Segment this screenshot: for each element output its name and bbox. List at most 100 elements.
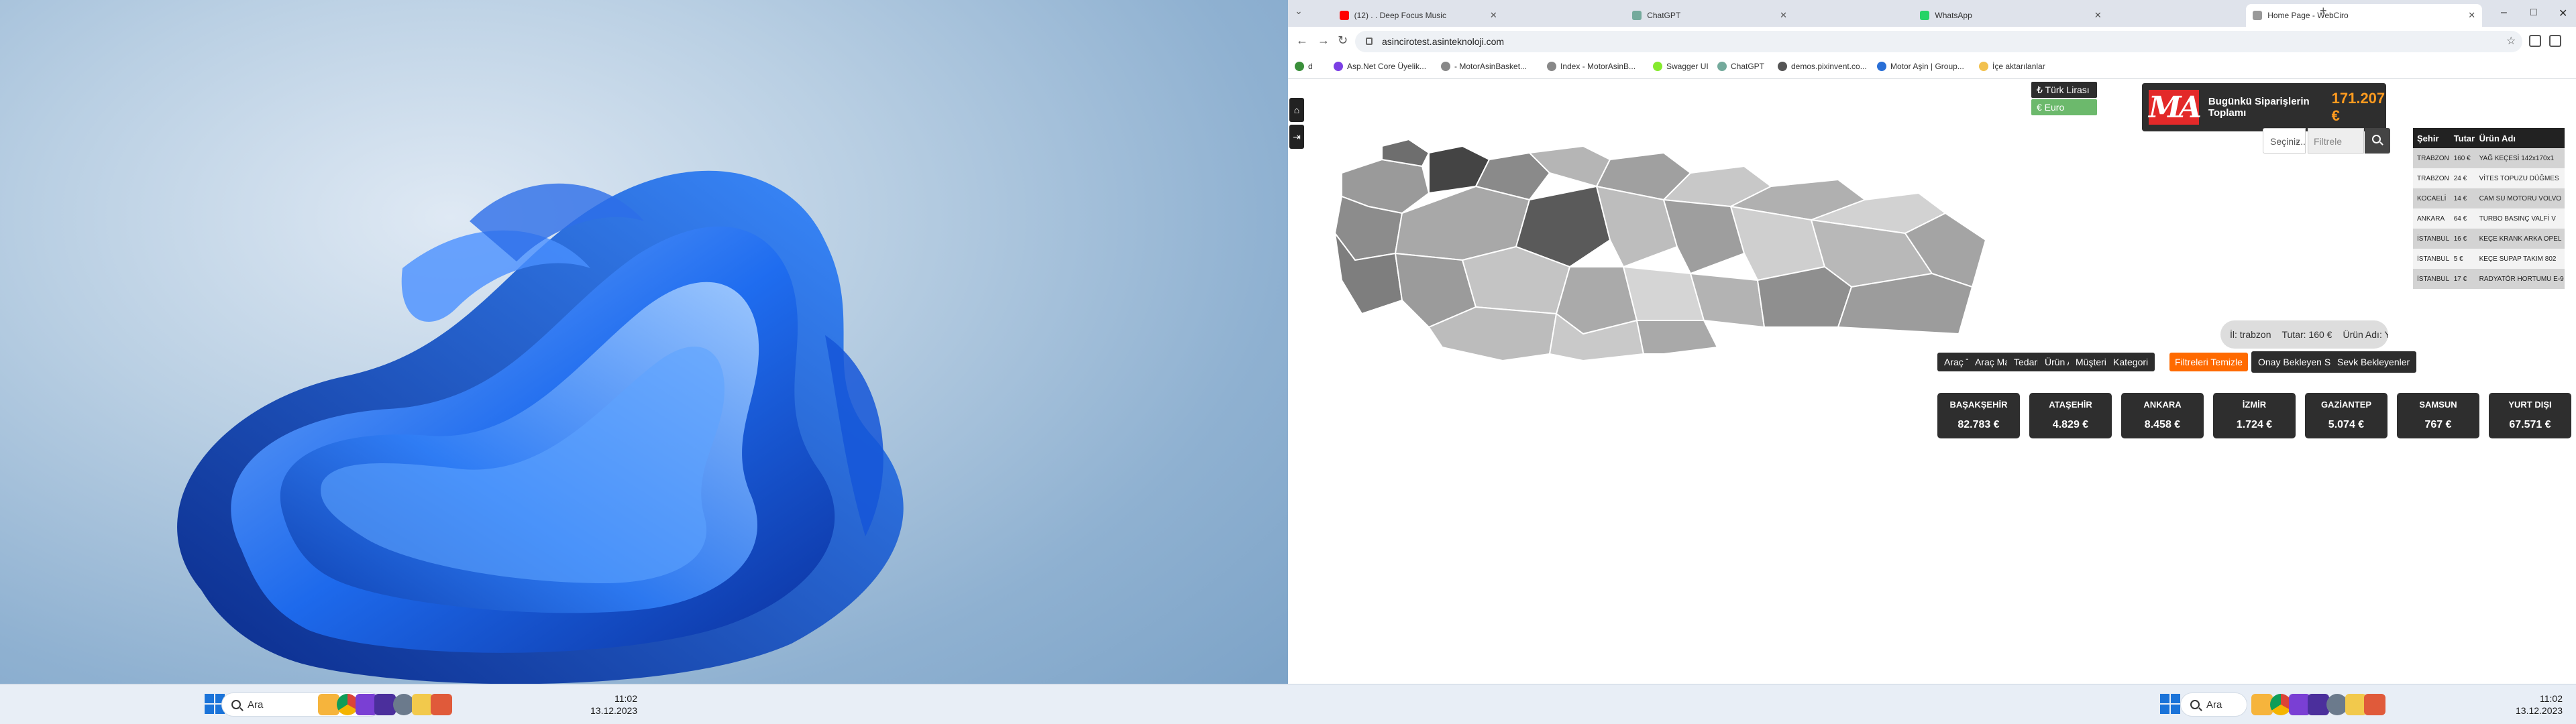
filter-input[interactable]: Filtrele [2308, 128, 2364, 154]
province-region [1635, 320, 1719, 355]
bookmark-item[interactable]: Index - MotorAsinB... [1547, 62, 1635, 71]
turkey-provinces-map[interactable] [1328, 133, 2012, 374]
tool-app-icon[interactable] [2364, 694, 2385, 715]
bookmark-item[interactable]: Motor Aşin | Group... [1877, 62, 1964, 71]
table-row[interactable]: TRABZON 160 € YAĞ KEÇESİ 142x170x1 [2413, 148, 2565, 168]
city-card-value: 82.783 € [1957, 419, 2000, 430]
table-header[interactable]: Ürün Adı [2475, 128, 2565, 148]
table-cell: İSTANBUL [2413, 269, 2450, 289]
search-icon [231, 700, 241, 709]
tab[interactable]: ChatGPT ✕ [1625, 4, 1794, 27]
table-row[interactable]: KOCAELİ 14 € CAM SU MOTORU VOLVO [2413, 188, 2565, 208]
bookmark-item[interactable]: Swagger UI [1653, 62, 1709, 71]
search-icon [2190, 700, 2200, 709]
close-window-icon[interactable]: ✕ [2559, 7, 2567, 20]
bookmark-item[interactable]: Asp.Net Core Üyelik... [1334, 62, 1426, 71]
currency-try-button[interactable]: ₺ Türk Lirası [2031, 82, 2097, 98]
bookmark-favicon-icon [1547, 62, 1556, 71]
table-header[interactable]: Şehir [2413, 128, 2450, 148]
windows-bloom-wallpaper [177, 170, 904, 684]
filter-button[interactable]: Kategori [2106, 353, 2155, 371]
city-select[interactable]: Seçiniz.. ⌄ [2263, 128, 2306, 154]
tool-app-icon[interactable] [431, 694, 452, 715]
close-tab-icon[interactable]: ✕ [2094, 10, 2102, 21]
city-card[interactable]: SAMSUN 767 € [2397, 393, 2479, 438]
windows-start-icon[interactable] [2160, 694, 2180, 714]
table-cell: RADYATÖR HORTUMU E-9 [2475, 269, 2565, 289]
city-card[interactable]: ATAŞEHİR 4.829 € [2029, 393, 2112, 438]
clock[interactable]: 11:02 13.12.2023 [590, 692, 637, 717]
close-tab-icon[interactable]: ✕ [1490, 10, 1497, 21]
table-cell: KEÇE SUPAP TAKIM 802 [2475, 249, 2565, 269]
city-card[interactable]: GAZİANTEP 5.074 € [2305, 393, 2387, 438]
table-cell: 160 € [2449, 148, 2475, 168]
taskbar-search[interactable]: Ara [2180, 692, 2247, 717]
forward-arrow-icon[interactable]: → [1318, 34, 1330, 48]
lock-icon [1366, 38, 1373, 45]
page-viewport: ⌂ ⇥ ₺ Türk Lirası € Euro MA Bugünkü Sipa… [1288, 79, 2576, 684]
bookmark-favicon-icon [1653, 62, 1662, 71]
right-monitor: ⌄ (12) . . Deep Focus Music ✕ ChatGPT ✕ What… [1288, 0, 2576, 724]
city-card-name: İZMİR [2242, 400, 2267, 410]
pending-shipment-button[interactable]: Sevk Bekleyenler [2330, 351, 2417, 373]
chevron-down-icon: ⌄ [2294, 137, 2301, 145]
new-tab-button[interactable]: + [2320, 4, 2327, 18]
tooltip-amount: Tutar: 160 € [2282, 329, 2332, 340]
bookmark-item[interactable]: demos.pixinvent.co... [1778, 62, 1867, 71]
minimize-icon[interactable]: – [2501, 7, 2507, 19]
table-cell: 24 € [2449, 168, 2475, 188]
city-card[interactable]: İZMİR 1.724 € [2213, 393, 2296, 438]
address-bar[interactable]: asincirotest.asinteknoloji.com [1355, 31, 2522, 52]
close-tab-icon[interactable]: ✕ [2468, 10, 2475, 21]
tab-list-chevron-icon[interactable]: ⌄ [1295, 5, 1303, 17]
city-card-name: SAMSUN [2419, 400, 2457, 410]
table-cell: TRABZON [2413, 168, 2450, 188]
table-row[interactable]: İSTANBUL 5 € KEÇE SUPAP TAKIM 802 [2413, 249, 2565, 269]
clear-filters-button[interactable]: Filtreleri Temizle [2169, 353, 2248, 371]
table-row[interactable]: İSTANBUL 17 € RADYATÖR HORTUMU E-9 [2413, 269, 2565, 289]
clock[interactable]: 11:02 13.12.2023 [2516, 692, 2563, 717]
city-card[interactable]: YURT DIŞI 67.571 € [2489, 393, 2571, 438]
bookmark-item[interactable]: İçe aktarılanlar [1979, 62, 2045, 71]
reload-icon[interactable]: ↻ [1338, 34, 1348, 48]
table-cell: İSTANBUL [2413, 229, 2450, 249]
clock-time: 11:02 [2540, 693, 2563, 704]
bookmark-star-icon[interactable]: ☆ [2506, 34, 2516, 48]
table-row[interactable]: ANKARA 64 € TURBO BASINÇ VALFİ V [2413, 208, 2565, 229]
daily-total-label: Bugünkü Siparişlerin Toplamı [2208, 96, 2310, 119]
side-panel-icon[interactable] [2549, 35, 2561, 47]
left-monitor: Ara 11:02 13.12.2023 [0, 0, 1288, 724]
table-cell: KOCAELİ [2413, 188, 2450, 208]
bookmark-item[interactable]: - MotorAsinBasket... [1441, 62, 1527, 71]
tooltip-product: Ürün Adı: YAĞ KEÇESİ 142x170x1 [2343, 329, 2388, 340]
tab[interactable]: WhatsApp ✕ [1913, 4, 2108, 27]
tab[interactable]: Home Page - WebCiro ✕ [2246, 4, 2483, 27]
url-text: asincirotest.asinteknoloji.com [1382, 36, 1505, 47]
table-cell: KEÇE KRANK ARKA OPEL [2475, 229, 2565, 249]
city-card[interactable]: ANKARA 8.458 € [2121, 393, 2204, 438]
bookmark-label: Asp.Net Core Üyelik... [1347, 62, 1427, 71]
maximize-icon[interactable]: □ [2530, 7, 2537, 19]
table-row[interactable]: TRABZON 24 € VİTES TOPUZU DÜĞMES [2413, 168, 2565, 188]
close-tab-icon[interactable]: ✕ [1780, 10, 1787, 21]
tab-label: WhatsApp [1935, 11, 1972, 20]
brand-logo: MA [2149, 90, 2202, 125]
city-card-value: 1.724 € [2236, 419, 2273, 430]
daily-total-box: MA Bugünkü Siparişlerin Toplamı 171.207 … [2142, 83, 2386, 131]
taskbar-search-placeholder: Ara [2206, 699, 2222, 711]
extensions-icon[interactable] [2529, 35, 2541, 47]
search-icon [2372, 135, 2381, 143]
logout-icon[interactable]: ⇥ [1289, 125, 1304, 149]
table-cell: 16 € [2449, 229, 2475, 249]
table-header[interactable]: Tutar [2449, 128, 2475, 148]
table-row[interactable]: İSTANBUL 16 € KEÇE KRANK ARKA OPEL [2413, 229, 2565, 249]
tab[interactable]: (12) . . Deep Focus Music ✕ [1333, 4, 1504, 27]
city-card[interactable]: BAŞAKŞEHİR 82.783 € [1937, 393, 2020, 438]
back-arrow-icon[interactable]: ← [1296, 34, 1308, 48]
bookmark-item[interactable]: ChatGPT [1717, 62, 1764, 71]
search-button[interactable] [2365, 128, 2390, 154]
currency-eur-button[interactable]: € Euro [2031, 99, 2097, 115]
city-card-name: GAZİANTEP [2320, 400, 2372, 410]
bookmark-item[interactable]: d [1295, 62, 1313, 71]
home-icon[interactable]: ⌂ [1289, 98, 1304, 122]
